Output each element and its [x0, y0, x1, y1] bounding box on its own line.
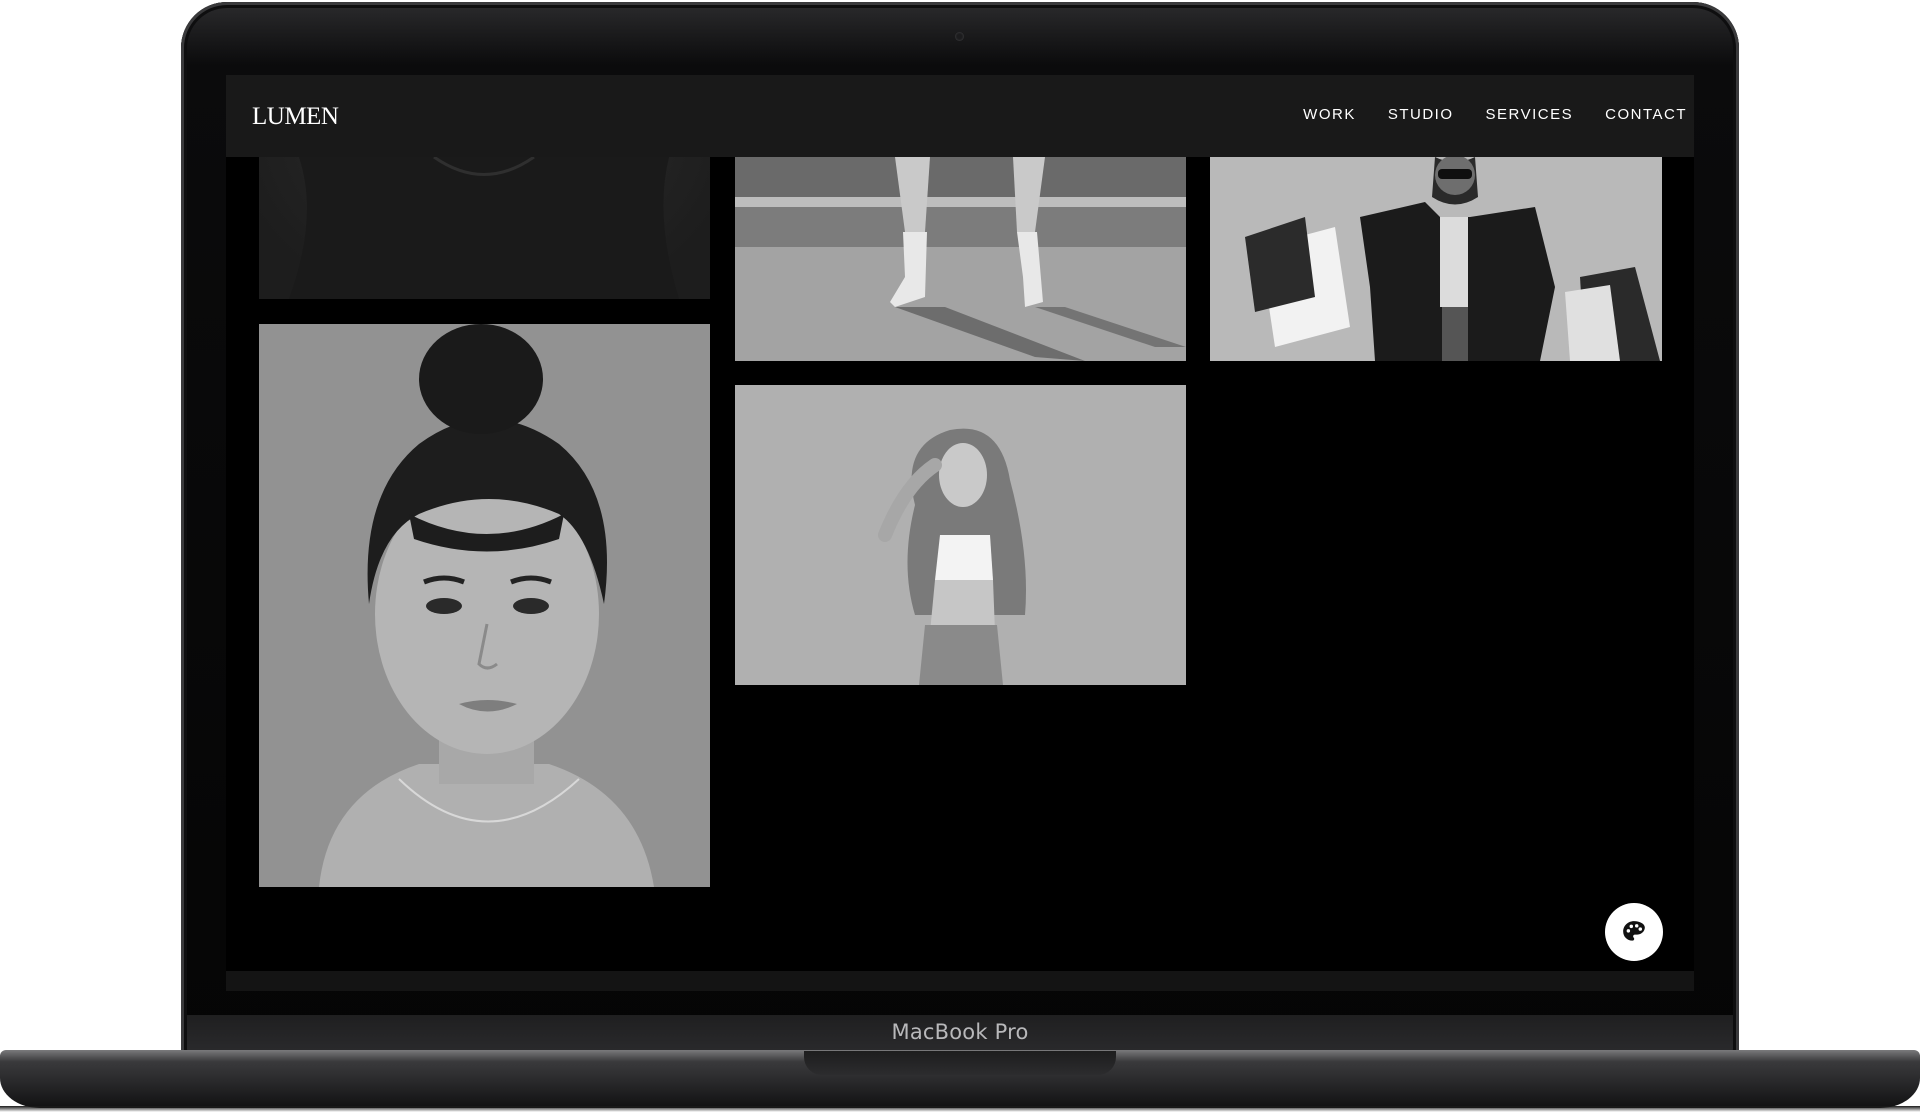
nav-work[interactable]: WORK	[1303, 106, 1356, 123]
gallery-photo-dark-garment[interactable]	[259, 157, 710, 299]
camera-icon	[955, 32, 964, 41]
gallery-photo-boots-street[interactable]	[735, 157, 1186, 361]
gallery-photo-woman-wavy-hair[interactable]	[735, 385, 1186, 685]
photo-boots-street	[735, 157, 1186, 361]
website-screen: LUMEN WORK STUDIO SERVICES CONTACT	[226, 75, 1694, 991]
main-nav: WORK STUDIO SERVICES CONTACT	[1303, 106, 1687, 123]
screen-bottom-strip	[226, 971, 1694, 991]
nav-contact[interactable]: CONTACT	[1605, 106, 1687, 123]
nav-services[interactable]: SERVICES	[1486, 106, 1574, 123]
base-shadow	[0, 1106, 1920, 1112]
nav-studio[interactable]: STUDIO	[1388, 106, 1454, 123]
photo-woman-portrait	[259, 324, 710, 887]
laptop-notch	[804, 1051, 1116, 1075]
site-logo[interactable]: LUMEN	[252, 103, 339, 131]
photo-woman-wavy-hair	[735, 385, 1186, 685]
photo-dark-garment	[289, 157, 679, 299]
palette-button[interactable]	[1605, 903, 1663, 961]
stage: LUMEN WORK STUDIO SERVICES CONTACT MacBo…	[0, 0, 1920, 1113]
photo-woman-shopping-bags	[1210, 157, 1662, 361]
palette-icon	[1623, 921, 1645, 941]
gallery-photo-woman-portrait[interactable]	[259, 324, 710, 887]
device-brand-label: MacBook Pro	[891, 1020, 1029, 1044]
gallery-photo-woman-shopping-bags[interactable]	[1210, 157, 1662, 361]
site-header: LUMEN WORK STUDIO SERVICES CONTACT	[226, 75, 1694, 157]
